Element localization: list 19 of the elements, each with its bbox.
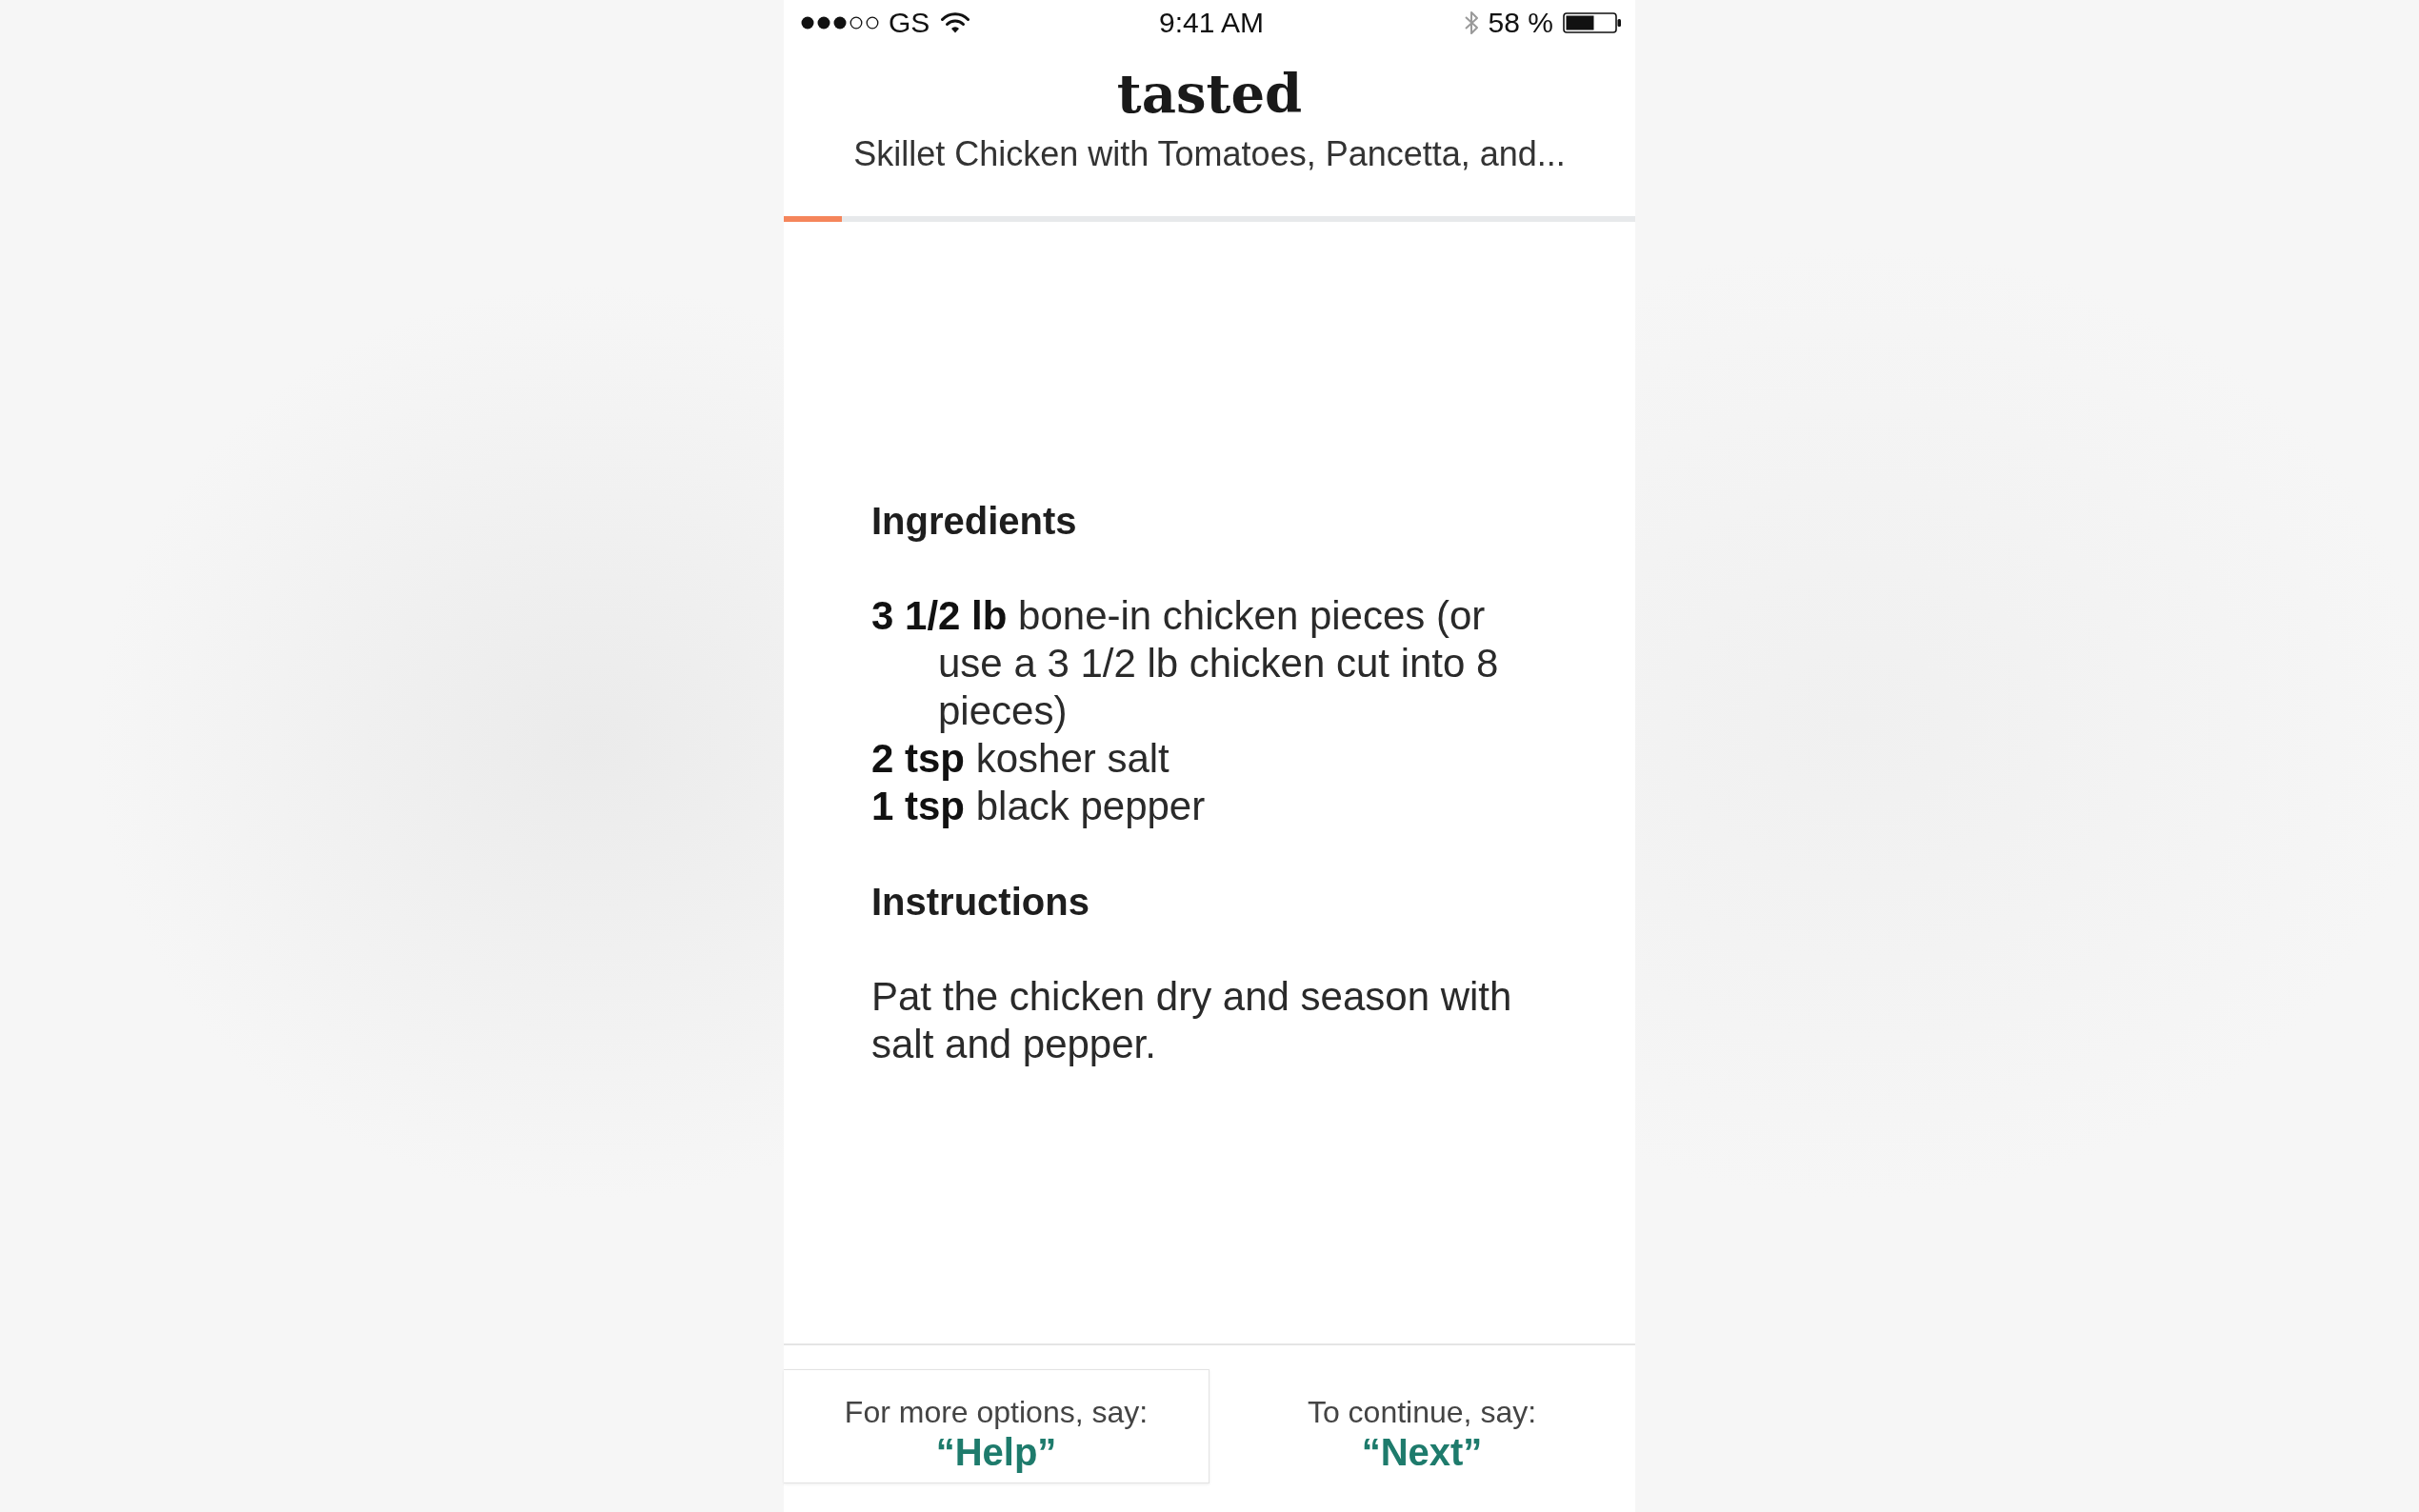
instruction-text: Pat the chicken dry and season with salt and pepper.	[871, 973, 1513, 1068]
voice-command: “Help”	[935, 1430, 1057, 1474]
hint-prompt: To continue, say:	[1307, 1394, 1537, 1430]
ingredient-line: 2 tsp kosher salt	[871, 735, 1170, 783]
section-heading: Ingredients	[871, 499, 1078, 544]
battery-icon	[1563, 12, 1622, 33]
wifi-icon	[941, 12, 970, 33]
status-time: 9:41 AM	[1158, 6, 1265, 40]
battery-percent: 58 %	[1488, 6, 1553, 40]
carrier-name: GS	[889, 6, 930, 40]
hint-prompt: For more options, say:	[844, 1394, 1149, 1430]
app-logo: tasted	[1116, 62, 1303, 125]
section-heading: Instructions	[871, 880, 1090, 925]
ingredient-line: 3 1/2 lb bone-in chicken pieces (or use a 3 1/2 lb chicken cut into 8 pieces)	[871, 592, 1500, 735]
ingredient-line: 1 tsp black pepper	[871, 783, 1207, 830]
signal-strength-icon	[801, 15, 881, 30]
voice-command: “Next”	[1361, 1430, 1483, 1474]
recipe-title: Skillet Chicken with Tomatoes, Pancetta, and...	[853, 134, 1566, 174]
bluetooth-icon	[1463, 10, 1479, 36]
